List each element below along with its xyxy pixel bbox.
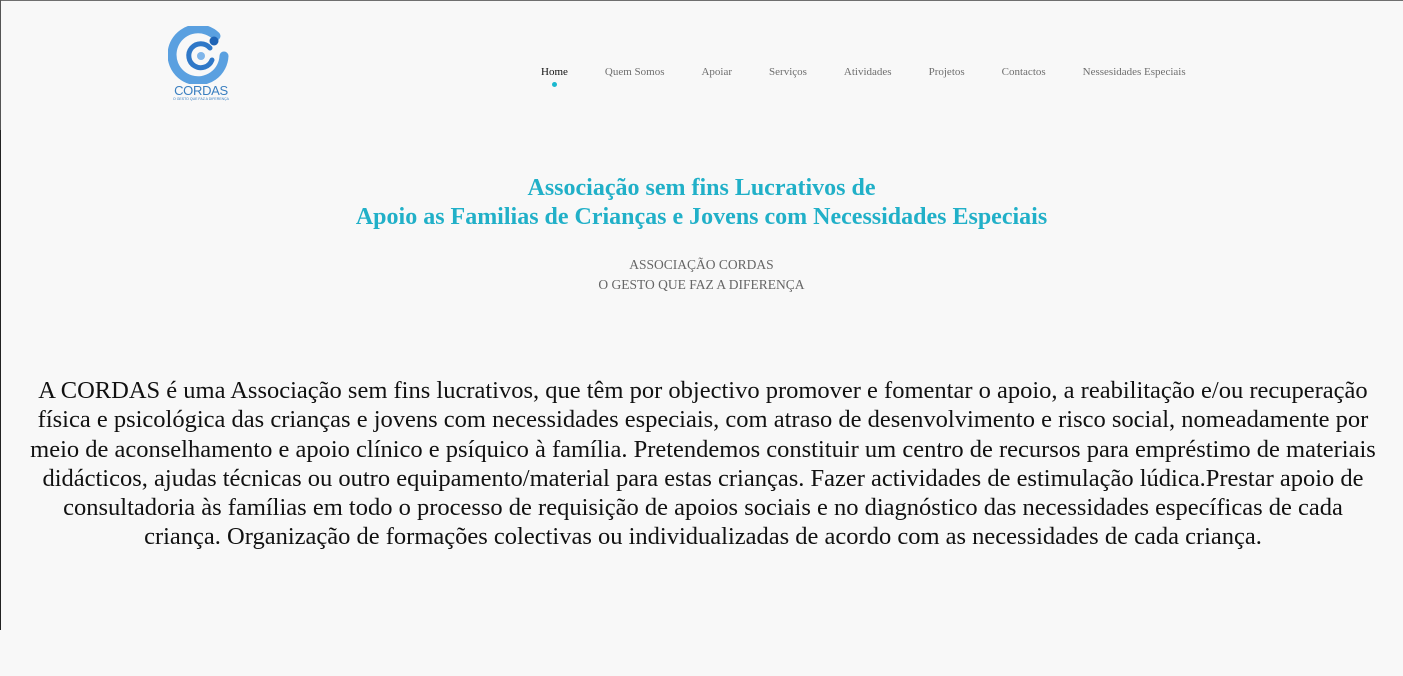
nav-item-label: Quem Somos [604, 66, 665, 78]
nav-item-projetos[interactable]: Projetos [929, 66, 965, 78]
window-top-border [0, 0, 1403, 1]
active-indicator-dot [551, 82, 557, 87]
nav-item-label: Apoiar [701, 66, 733, 78]
nav-item-servicos[interactable]: Serviços [769, 66, 807, 78]
logo-wordmark: CORDAS [174, 83, 228, 98]
nav-item-label: Contactos [1001, 66, 1046, 78]
hero-title: Associação sem fins Lucrativos de Apoio … [0, 174, 1403, 232]
nav-item-contactos[interactable]: Contactos [1002, 66, 1046, 78]
nav-item-label: Serviços [769, 66, 807, 78]
nav-item-label: Home [541, 66, 568, 78]
main-nav: Home Quem Somos Apoiar Serviços Atividad… [541, 66, 1186, 87]
hero-subtitle-line-1: ASSOCIAÇÃO CORDAS [629, 257, 774, 272]
nav-item-home[interactable]: Home [541, 66, 568, 87]
hero-subtitle: ASSOCIAÇÃO CORDAS O GESTO QUE FAZ A DIFE… [0, 255, 1403, 295]
nav-item-apoiar[interactable]: Apoiar [701, 66, 732, 78]
logo-tagline: O GESTO QUE FAZ A DIFERENÇA [173, 97, 229, 101]
nav-item-atividades[interactable]: Atividades [844, 66, 892, 78]
site-logo[interactable]: CORDAS O GESTO QUE FAZ A DIFERENÇA [168, 26, 234, 106]
association-description: A CORDAS é uma Associação sem fins lucra… [30, 377, 1376, 551]
nav-item-label: Atividades [843, 66, 892, 78]
hero-title-line-1: Associação sem fins Lucrativos de [527, 175, 876, 201]
window-left-border [0, 0, 1, 130]
nav-item-quem-somos[interactable]: Quem Somos [605, 66, 665, 78]
cordas-logo-icon [168, 26, 229, 84]
hero-subtitle-line-2: O GESTO QUE FAZ A DIFERENÇA [598, 277, 805, 292]
nav-item-label: Nessesidades Especiais [1082, 66, 1186, 78]
hero-title-line-2: Apoio as Familias de Crianças e Jovens c… [355, 204, 1048, 230]
nav-item-necessidades-especiais[interactable]: Nessesidades Especiais [1083, 66, 1186, 78]
nav-item-label: Projetos [928, 66, 965, 78]
